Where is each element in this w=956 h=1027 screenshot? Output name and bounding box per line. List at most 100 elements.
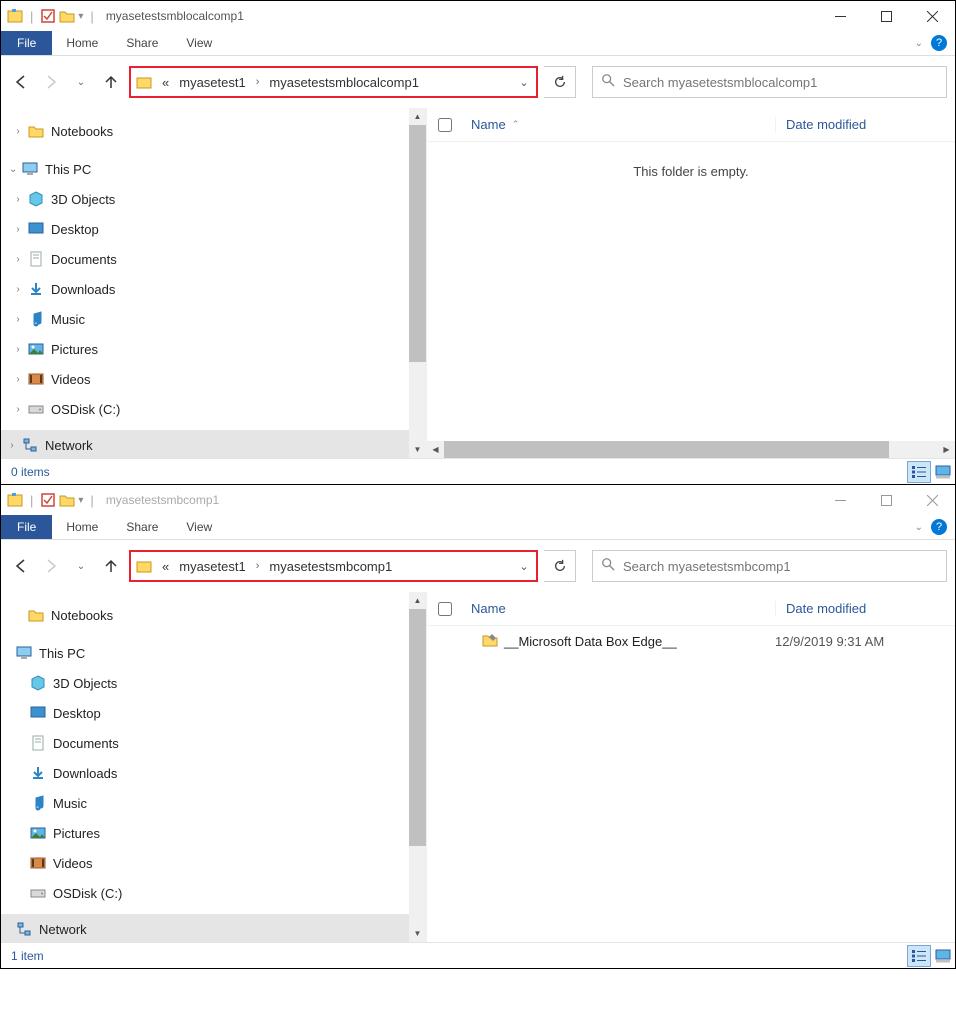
- recent-dropdown[interactable]: ⌄: [69, 70, 93, 94]
- file-menu[interactable]: File: [1, 31, 52, 55]
- tree-downloads[interactable]: Downloads: [1, 758, 409, 788]
- chevron-right-icon[interactable]: ›: [251, 560, 265, 572]
- tree-downloads[interactable]: ›Downloads: [1, 274, 409, 304]
- search-input[interactable]: [623, 75, 938, 90]
- tree-label: 3D Objects: [51, 192, 115, 207]
- scroll-down-icon[interactable]: ▼: [409, 925, 426, 942]
- tree-desktop[interactable]: ›Desktop: [1, 214, 409, 244]
- tree-notebooks[interactable]: ›Notebooks: [1, 116, 409, 146]
- forward-button[interactable]: [39, 70, 63, 94]
- qat-dropdown-icon[interactable]: ▾: [78, 495, 83, 506]
- refresh-button[interactable]: [544, 66, 576, 98]
- home-tab[interactable]: Home: [52, 515, 112, 539]
- breadcrumb-seg2[interactable]: myasetestsmblocalcomp1: [264, 75, 424, 90]
- breadcrumb-prefix[interactable]: «: [157, 559, 174, 574]
- view-tab[interactable]: View: [172, 515, 226, 539]
- tree-3dobjects[interactable]: 3D Objects: [1, 668, 409, 698]
- expand-ribbon-icon[interactable]: ⌄: [915, 522, 923, 533]
- search-input[interactable]: [623, 559, 938, 574]
- tree-osdisk[interactable]: ›OSDisk (C:): [1, 394, 409, 424]
- folder-icon: [27, 607, 45, 623]
- app-icon: [7, 8, 23, 24]
- search-box[interactable]: [592, 66, 947, 98]
- tree-thispc[interactable]: This PC: [1, 638, 409, 668]
- up-button[interactable]: [99, 70, 123, 94]
- back-button[interactable]: [9, 70, 33, 94]
- tree-music[interactable]: Music: [1, 788, 409, 818]
- recent-dropdown[interactable]: ⌄: [69, 554, 93, 578]
- scroll-down-icon[interactable]: ▼: [409, 441, 426, 458]
- search-icon: [601, 557, 615, 576]
- file-row[interactable]: __Microsoft Data Box Edge__ 12/9/2019 9:…: [427, 626, 955, 656]
- scroll-left-icon[interactable]: ◀: [427, 445, 444, 454]
- expand-ribbon-icon[interactable]: ⌄: [915, 38, 923, 49]
- navpane-scrollbar[interactable]: ▲ ▼: [409, 592, 426, 942]
- forward-button[interactable]: [39, 554, 63, 578]
- view-tab[interactable]: View: [172, 31, 226, 55]
- tree-3dobjects[interactable]: ›3D Objects: [1, 184, 409, 214]
- help-icon[interactable]: ?: [931, 519, 947, 535]
- tree-pictures[interactable]: ›Pictures: [1, 334, 409, 364]
- breadcrumb-seg2[interactable]: myasetestsmbcomp1: [264, 559, 397, 574]
- file-menu[interactable]: File: [1, 515, 52, 539]
- tree-music[interactable]: ›Music: [1, 304, 409, 334]
- share-tab[interactable]: Share: [112, 31, 172, 55]
- up-button[interactable]: [99, 554, 123, 578]
- tree-network[interactable]: ›Network: [1, 430, 409, 458]
- addressbar-dropdown[interactable]: ⌄: [512, 560, 536, 573]
- tree-label: This PC: [45, 162, 91, 177]
- column-date[interactable]: Date modified: [775, 601, 955, 616]
- column-name[interactable]: Name⌃: [463, 117, 775, 132]
- content-hscrollbar[interactable]: ◀ ▶: [427, 441, 955, 458]
- share-tab[interactable]: Share: [112, 515, 172, 539]
- chevron-right-icon[interactable]: ›: [251, 76, 265, 88]
- qat-properties-icon[interactable]: [40, 492, 56, 508]
- qat-folder-icon[interactable]: [59, 8, 75, 24]
- close-button[interactable]: [909, 485, 955, 515]
- icons-view-button[interactable]: [931, 945, 955, 967]
- qat-properties-icon[interactable]: [40, 8, 56, 24]
- minimize-button[interactable]: [817, 485, 863, 515]
- tree-notebooks[interactable]: Notebooks: [1, 600, 409, 630]
- refresh-button[interactable]: [544, 550, 576, 582]
- addressbar-dropdown[interactable]: ⌄: [512, 76, 536, 89]
- qat-folder-icon[interactable]: [59, 492, 75, 508]
- column-date[interactable]: Date modified: [775, 117, 955, 132]
- address-bar[interactable]: « myasetest1 › myasetestsmblocalcomp1 ⌄: [129, 66, 538, 98]
- breadcrumb-prefix[interactable]: «: [157, 75, 174, 90]
- tree-documents[interactable]: ›Documents: [1, 244, 409, 274]
- tree-label: This PC: [39, 646, 85, 661]
- details-view-button[interactable]: [907, 945, 931, 967]
- tree-thispc[interactable]: ⌄This PC: [1, 154, 409, 184]
- address-bar[interactable]: « myasetest1 › myasetestsmbcomp1 ⌄: [129, 550, 538, 582]
- tree-videos[interactable]: ›Videos: [1, 364, 409, 394]
- tree-osdisk[interactable]: OSDisk (C:): [1, 878, 409, 908]
- minimize-button[interactable]: [817, 1, 863, 31]
- column-name[interactable]: Name: [463, 601, 775, 616]
- help-icon[interactable]: ?: [931, 35, 947, 51]
- home-tab[interactable]: Home: [52, 31, 112, 55]
- select-all-checkbox[interactable]: [438, 602, 452, 616]
- tree-network[interactable]: Network: [1, 914, 409, 942]
- scroll-up-icon[interactable]: ▲: [409, 108, 426, 125]
- select-all-checkbox[interactable]: [438, 118, 452, 132]
- tree-pictures[interactable]: Pictures: [1, 818, 409, 848]
- breadcrumb-seg1[interactable]: myasetest1: [174, 559, 250, 574]
- tree-desktop[interactable]: Desktop: [1, 698, 409, 728]
- details-view-button[interactable]: [907, 461, 931, 483]
- breadcrumb-seg1[interactable]: myasetest1: [174, 75, 250, 90]
- close-button[interactable]: [909, 1, 955, 31]
- qat-dropdown-icon[interactable]: ▾: [78, 11, 83, 22]
- tree-label: Music: [53, 796, 87, 811]
- tree-videos[interactable]: Videos: [1, 848, 409, 878]
- maximize-button[interactable]: [863, 485, 909, 515]
- maximize-button[interactable]: [863, 1, 909, 31]
- scroll-right-icon[interactable]: ▶: [938, 445, 955, 454]
- scroll-up-icon[interactable]: ▲: [409, 592, 426, 609]
- icons-view-button[interactable]: [931, 461, 955, 483]
- tree-documents[interactable]: Documents: [1, 728, 409, 758]
- search-box[interactable]: [592, 550, 947, 582]
- back-button[interactable]: [9, 554, 33, 578]
- location-icon: [136, 74, 152, 90]
- navpane-scrollbar[interactable]: ▲ ▼: [409, 108, 426, 458]
